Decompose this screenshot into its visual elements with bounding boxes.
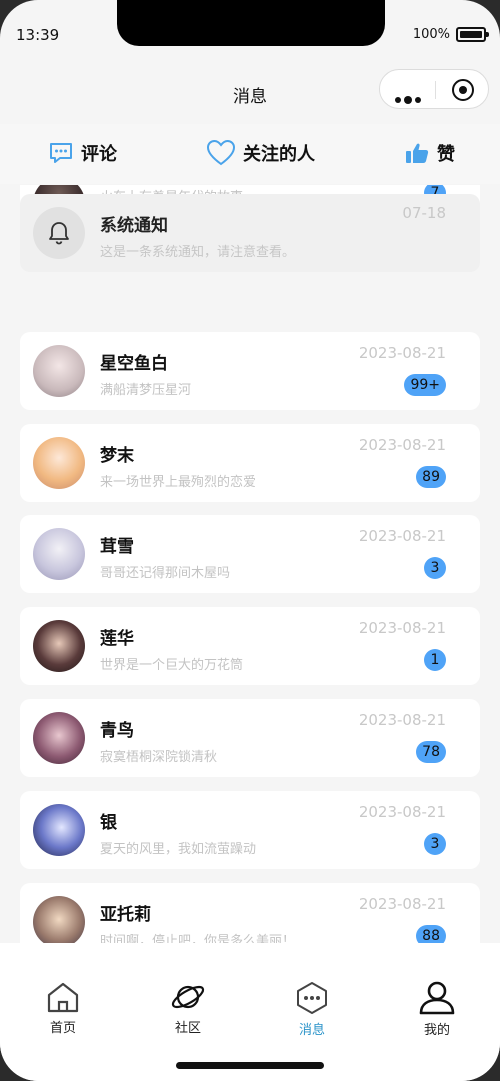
unread-badge: 88 xyxy=(416,925,446,943)
list-item[interactable]: 银 夏天的风里，我如流萤躁动 2023-08-21 3 xyxy=(20,791,480,869)
chat-message: 世界是一个巨大的万花筒 xyxy=(100,658,244,673)
chat-date: 2023-08-21 xyxy=(358,803,446,821)
list-item[interactable]: 莲华 世界是一个巨大的万花筒 2023-08-21 1 xyxy=(20,607,480,685)
system-title: 系统通知 xyxy=(100,216,168,236)
planet-icon xyxy=(171,985,205,1009)
chat-message: 满船清梦压星河 xyxy=(100,383,192,398)
tab-following-label: 关注的人 xyxy=(243,144,315,165)
bottom-tab-bar: 首页 社区 消息 我的 xyxy=(0,943,500,1081)
avatar xyxy=(33,437,85,489)
tabbar-home[interactable]: 首页 xyxy=(23,981,103,1036)
user-icon xyxy=(419,981,455,1015)
unread-badge: 3 xyxy=(424,833,446,855)
chat-message: 时间啊，停止吧，你是多么美丽！ xyxy=(100,934,296,943)
list-item[interactable]: 亚托莉 时间啊，停止吧，你是多么美丽！ 2023-08-21 88 xyxy=(20,883,480,943)
tabbar-messages-label: 消息 xyxy=(298,1023,325,1038)
home-indicator[interactable] xyxy=(176,1062,324,1069)
list-item[interactable]: 青鸟 寂寞梧桐深院锁清秋 2023-08-21 78 xyxy=(20,699,480,777)
chat-name: 亚托莉 xyxy=(100,905,151,925)
avatar xyxy=(33,896,85,943)
unread-badge: 1 xyxy=(424,649,446,671)
list-item[interactable]: 茸雪 哥哥还记得那间木屋吗 2023-08-21 3 xyxy=(20,515,480,593)
bell-icon-holder xyxy=(33,207,85,259)
chat-name: 莲华 xyxy=(100,629,134,649)
chat-date: 2023-08-21 xyxy=(358,344,446,362)
chat-name: 梦末 xyxy=(100,446,134,466)
tabbar-messages[interactable]: 消息 xyxy=(272,981,352,1038)
chat-date: 2023-08-21 xyxy=(358,895,446,913)
unread-badge: 78 xyxy=(416,741,446,763)
tabbar-community-label: 社区 xyxy=(174,1021,201,1036)
chat-message: 寂寞梧桐深院锁清秋 xyxy=(100,750,218,765)
chat-message: 哥哥还记得那间木屋吗 xyxy=(100,566,231,581)
tab-following[interactable]: 关注的人 xyxy=(207,140,315,166)
capsule-divider xyxy=(435,81,436,99)
avatar xyxy=(33,620,85,672)
notch xyxy=(117,0,385,46)
battery-percent: 100% xyxy=(412,27,450,42)
message-category-tabs: 评论 关注的人 赞 xyxy=(0,124,500,184)
phone-screen: 13:39 100% 消息 评论 关注的人 赞 7 星空鱼白 满船清梦压星河 2… xyxy=(0,0,500,1081)
chat-date: 2023-08-21 xyxy=(358,527,446,545)
list-item[interactable]: 梦末 来一场世界上最殉烈的恋爱 2023-08-21 89 xyxy=(20,424,480,502)
heart-icon xyxy=(207,140,235,166)
chat-date: 2023-08-21 xyxy=(358,711,446,729)
chat-name: 银 xyxy=(100,813,117,833)
thumbs-up-icon xyxy=(406,143,429,163)
chat-message: 来一场世界上最殉烈的恋爱 xyxy=(100,475,257,490)
message-hexagon-icon xyxy=(297,982,327,1014)
more-icon[interactable] xyxy=(395,88,424,107)
tab-likes[interactable]: 赞 xyxy=(405,140,455,166)
chat-message: 夏天的风里，我如流萤躁动 xyxy=(100,842,257,857)
chat-name: 星空鱼白 xyxy=(100,354,168,374)
unread-badge: 3 xyxy=(424,557,446,579)
unread-badge: 99+ xyxy=(404,374,446,396)
avatar xyxy=(33,528,85,580)
unread-badge: 89 xyxy=(416,466,446,488)
chat-name: 茸雪 xyxy=(100,537,134,557)
home-icon xyxy=(47,982,79,1013)
tabbar-home-label: 首页 xyxy=(49,1021,76,1036)
system-date: 07-18 xyxy=(402,204,446,222)
chat-name: 青鸟 xyxy=(100,721,134,741)
tab-likes-label: 赞 xyxy=(437,144,455,165)
tab-comments[interactable]: 评论 xyxy=(49,140,117,166)
tabbar-mine-label: 我的 xyxy=(423,1023,450,1038)
chat-date: 2023-08-21 xyxy=(358,619,446,637)
tabbar-mine[interactable]: 我的 xyxy=(397,981,477,1038)
battery-icon xyxy=(456,27,489,42)
system-notification[interactable]: 系统通知 这是一条系统通知，请注意查看。 07-18 xyxy=(20,194,480,272)
list-item[interactable]: 星空鱼白 满船清梦压星河 2023-08-21 99+ xyxy=(20,332,480,410)
avatar xyxy=(33,712,85,764)
tab-comments-label: 评论 xyxy=(81,144,117,165)
status-time: 13:39 xyxy=(16,26,60,44)
mini-program-capsule[interactable] xyxy=(379,69,489,109)
tabbar-community[interactable]: 社区 xyxy=(148,981,228,1036)
chat-list[interactable]: 火车上有着最年代的故事 7 星空鱼白 满船清梦压星河 2023-08-21 99… xyxy=(0,185,500,943)
comment-icon xyxy=(50,143,72,163)
chat-date: 2023-08-21 xyxy=(358,436,446,454)
bell-icon xyxy=(49,222,69,245)
close-target-icon[interactable] xyxy=(452,79,474,101)
avatar xyxy=(33,804,85,856)
avatar xyxy=(33,345,85,397)
status-battery: 100% xyxy=(412,27,489,42)
system-message: 这是一条系统通知，请注意查看。 xyxy=(100,245,296,260)
